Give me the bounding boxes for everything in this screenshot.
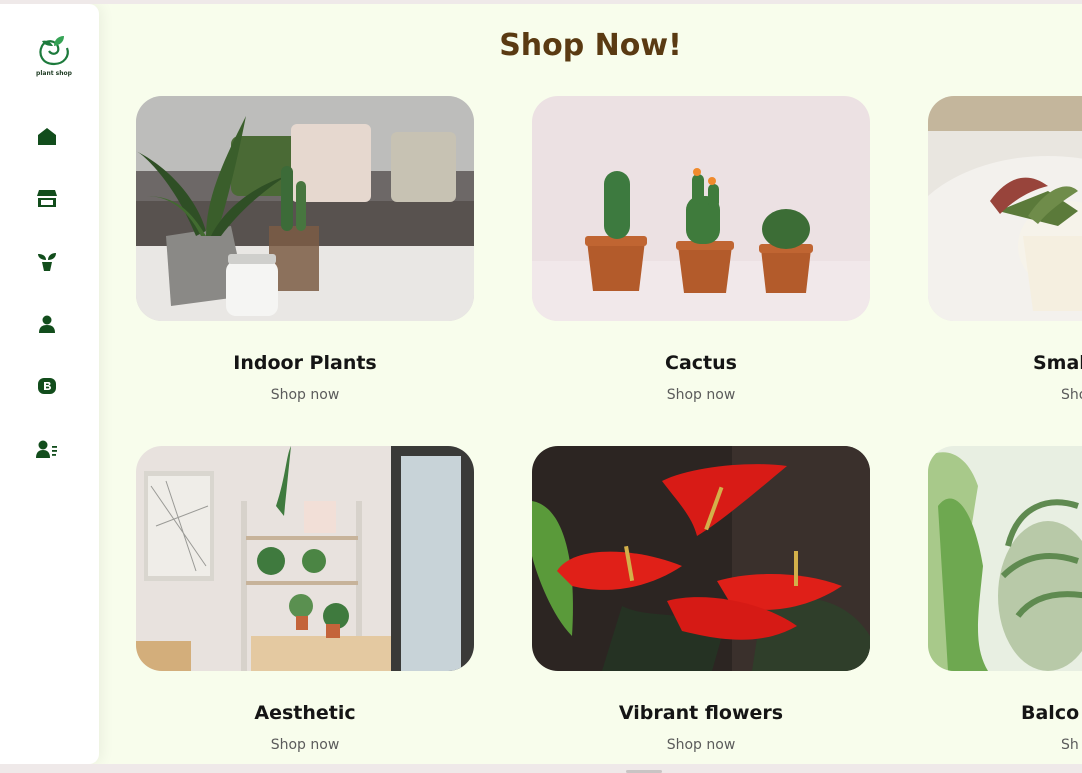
page: plant shop Shop Now! Indoor Plants Shop … — [0, 4, 1082, 764]
sidebar-item-home[interactable] — [36, 125, 58, 147]
sidebar-item-blog[interactable] — [36, 375, 58, 397]
shop-now-link[interactable]: Shop now — [532, 387, 870, 403]
sidebar-item-profile[interactable] — [36, 313, 58, 335]
indoor-plants-image — [136, 96, 474, 321]
category-title: Aesthetic — [254, 702, 356, 724]
plant-logo-icon — [39, 36, 69, 66]
user-list-icon — [36, 440, 57, 458]
user-icon — [39, 315, 55, 333]
vibrant-flowers-image — [532, 446, 870, 671]
category-title: Vibrant flowers — [618, 702, 784, 724]
plant-icon — [38, 253, 56, 271]
aesthetic-image — [136, 446, 474, 671]
shop-now-link[interactable]: Shop now — [532, 737, 870, 753]
category-card-small[interactable]: Smal Sho — [928, 96, 1082, 403]
cactus-image — [532, 96, 870, 321]
category-card-cactus[interactable]: Cactus Shop now — [532, 96, 870, 403]
category-title: Smal — [1033, 352, 1082, 374]
category-card-vibrant-flowers[interactable]: Vibrant flowers Shop now — [532, 446, 870, 753]
logo-text: plant shop — [36, 70, 72, 77]
store-icon — [37, 189, 57, 207]
shop-now-link[interactable]: Shop now — [136, 737, 474, 753]
sidebar-item-contacts[interactable] — [36, 438, 58, 460]
balcony-image — [928, 446, 1082, 671]
shop-now-link[interactable]: Sh — [928, 737, 1082, 753]
category-title: Balco — [1021, 702, 1080, 724]
home-icon — [38, 127, 56, 145]
logo[interactable]: plant shop — [28, 32, 80, 77]
sidebar: plant shop — [0, 4, 99, 764]
shop-now-link[interactable]: Shop now — [136, 387, 474, 403]
category-title: Indoor Plants — [233, 352, 377, 374]
shop-now-link[interactable]: Sho — [928, 387, 1082, 403]
category-title: Cactus — [665, 352, 737, 374]
category-card-indoor-plants[interactable]: Indoor Plants Shop now — [136, 96, 474, 403]
small-plants-image — [928, 96, 1082, 321]
sidebar-item-plants[interactable] — [36, 251, 58, 273]
page-title: Shop Now! — [499, 28, 682, 63]
category-card-balcony[interactable]: Balco Sh — [928, 446, 1082, 753]
sidebar-item-store[interactable] — [36, 187, 58, 209]
category-card-aesthetic[interactable]: Aesthetic Shop now — [136, 446, 474, 753]
blog-icon — [38, 378, 56, 394]
